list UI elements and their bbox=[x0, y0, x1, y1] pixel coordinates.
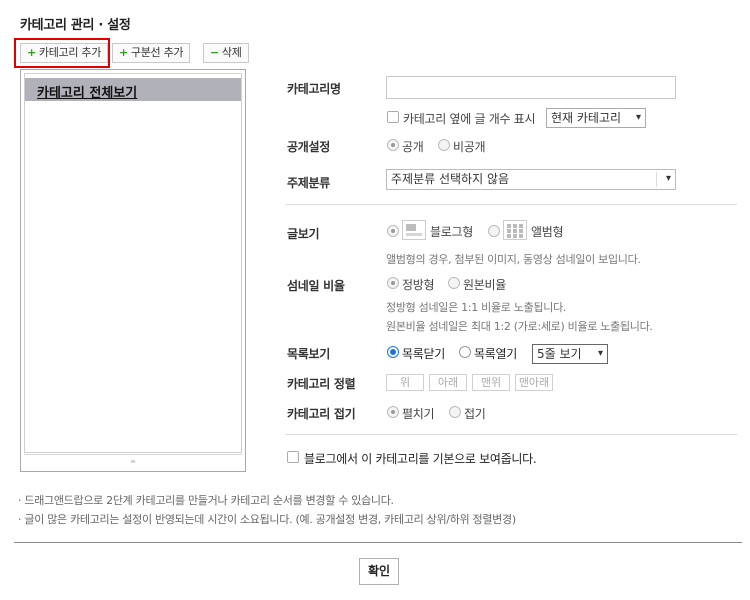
list-open-radio[interactable] bbox=[459, 346, 471, 358]
fold-collapse-radio[interactable] bbox=[449, 406, 461, 418]
minus-icon: − bbox=[210, 46, 219, 59]
plus-icon: + bbox=[119, 46, 128, 59]
album-view-icon bbox=[503, 220, 527, 240]
note-delay: · 글이 많은 카테고리는 설정이 반영되는데 시간이 소요됩니다. (예. 공… bbox=[18, 513, 516, 526]
default-view-checkbox[interactable] bbox=[287, 451, 299, 463]
topic-value: 주제분류 선택하지 않음 bbox=[391, 172, 510, 186]
post-view-album-label: 앨범형 bbox=[531, 225, 564, 239]
sort-label: 카테고리 정렬 bbox=[287, 377, 356, 391]
thumbnail-square-label: 정방형 bbox=[402, 278, 435, 292]
visibility-public-label: 공개 bbox=[402, 140, 424, 154]
visibility-private-label: 비공개 bbox=[453, 140, 486, 154]
highlight-frame bbox=[14, 38, 110, 68]
list-view-label: 목록보기 bbox=[287, 347, 330, 361]
category-item-label[interactable]: 카테고리 전체보기 bbox=[37, 82, 137, 101]
visibility-public-radio[interactable] bbox=[387, 139, 399, 151]
post-count-label: 카테고리 옆에 글 개수 표시 bbox=[403, 112, 536, 126]
divider bbox=[285, 204, 737, 205]
delete-button[interactable]: − 삭제 bbox=[203, 43, 249, 63]
post-count-checkbox[interactable] bbox=[387, 111, 399, 123]
divider bbox=[14, 542, 742, 543]
thumbnail-desc-original: 원본비율 섬네일은 최대 1:2 (가로:세로) 비율로 노출됩니다. bbox=[386, 320, 653, 333]
list-close-label: 목록닫기 bbox=[402, 347, 445, 361]
chevron-down-icon: ▾ bbox=[635, 112, 641, 123]
resize-handle[interactable]: ⩧ bbox=[24, 454, 242, 469]
add-divider-label: 구분선 추가 bbox=[130, 46, 184, 59]
visibility-label: 공개설정 bbox=[287, 140, 330, 154]
post-count-scope-value: 현재 카테고리 bbox=[551, 111, 622, 125]
visibility-private-radio[interactable] bbox=[438, 139, 450, 151]
chevron-down-icon: ▾ bbox=[597, 348, 603, 359]
topic-label: 주제분류 bbox=[287, 176, 330, 190]
page-title: 카테고리 관리 · 설정 bbox=[20, 18, 131, 33]
thumbnail-ratio-label: 섬네일 비율 bbox=[287, 279, 345, 293]
divider bbox=[285, 434, 737, 435]
grip-icon: ⩧ bbox=[130, 457, 136, 467]
sort-down-button[interactable]: 아래 bbox=[429, 374, 467, 391]
category-name-label: 카테고리명 bbox=[287, 82, 341, 96]
thumbnail-original-label: 원본비율 bbox=[463, 278, 506, 292]
confirm-button[interactable]: 확인 bbox=[359, 558, 399, 585]
thumbnail-desc-square: 정방형 섬네일은 1:1 비율로 노출됩니다. bbox=[386, 301, 567, 314]
fold-expand-radio[interactable] bbox=[387, 406, 399, 418]
fold-expand-label: 펼치기 bbox=[402, 407, 435, 421]
post-view-blog-radio[interactable] bbox=[387, 225, 399, 237]
delete-label: 삭제 bbox=[221, 46, 242, 59]
note-drag-drop: · 드래그앤드랍으로 2단계 카테고리를 만들거나 카테고리 순서를 변경할 수… bbox=[18, 494, 394, 507]
post-view-blog-label: 블로그형 bbox=[430, 225, 473, 239]
blog-view-icon bbox=[402, 220, 426, 240]
sort-up-button[interactable]: 위 bbox=[386, 374, 424, 391]
fold-label: 카테고리 접기 bbox=[287, 407, 356, 421]
thumbnail-square-radio[interactable] bbox=[387, 277, 399, 289]
sort-bottom-button[interactable]: 맨아래 bbox=[515, 374, 553, 391]
list-lines-value: 5줄 보기 bbox=[537, 347, 582, 361]
post-view-label: 글보기 bbox=[287, 227, 320, 241]
add-divider-button[interactable]: + 구분선 추가 bbox=[112, 43, 191, 63]
category-name-input[interactable] bbox=[386, 76, 676, 99]
post-view-desc: 앨범형의 경우, 첨부된 이미지, 동영상 섬네일이 보입니다. bbox=[386, 253, 641, 266]
chevron-down-icon: ▾ bbox=[665, 173, 671, 184]
category-list-body: 카테고리 전체보기 bbox=[24, 73, 242, 453]
list-close-radio[interactable] bbox=[387, 346, 399, 358]
default-view-label: 블로그에서 이 카테고리를 기본으로 보여줍니다. bbox=[304, 452, 537, 466]
thumbnail-original-radio[interactable] bbox=[448, 277, 460, 289]
list-lines-select[interactable]: 5줄 보기 ▾ bbox=[532, 344, 608, 364]
post-count-scope-select[interactable]: 현재 카테고리 ▾ bbox=[546, 108, 646, 128]
category-list[interactable]: 카테고리 전체보기 ⩧ bbox=[20, 69, 246, 472]
post-view-album-radio[interactable] bbox=[488, 225, 500, 237]
topic-select[interactable]: 주제분류 선택하지 않음 ▾ bbox=[386, 169, 676, 190]
fold-collapse-label: 접기 bbox=[464, 407, 486, 421]
sort-top-button[interactable]: 맨위 bbox=[472, 374, 510, 391]
list-item[interactable]: 카테고리 전체보기 bbox=[25, 78, 241, 101]
list-open-label: 목록열기 bbox=[474, 347, 517, 361]
